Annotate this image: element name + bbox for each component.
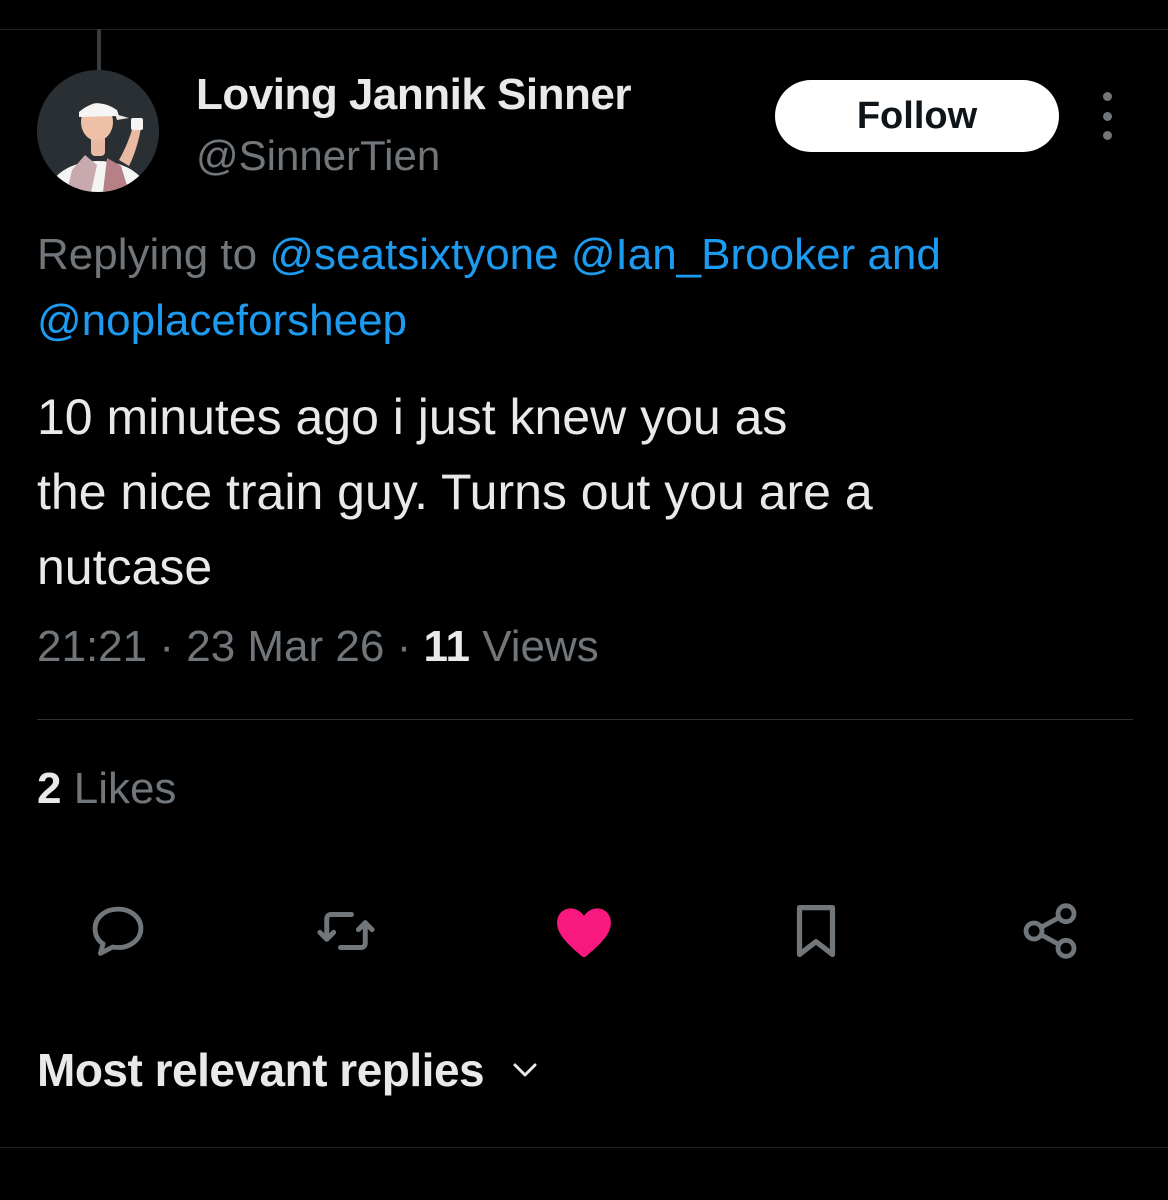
- bookmark-button[interactable]: [778, 893, 854, 969]
- tweet-text: 10 minutes ago i just knew you as the nic…: [37, 380, 1127, 605]
- reply-icon: [92, 906, 144, 956]
- tweet-text-line: nutcase: [37, 539, 213, 595]
- retweet-button[interactable]: [308, 893, 384, 969]
- profile-photo: [37, 70, 159, 192]
- mention-link[interactable]: @Ian_Brooker: [571, 230, 855, 279]
- author-display-name[interactable]: Loving Jannik Sinner: [196, 70, 631, 120]
- replies-sort-dropdown[interactable]: Most relevant replies: [37, 1043, 538, 1097]
- chevron-down-icon: [512, 1061, 538, 1079]
- more-vertical-icon-dot: [1102, 92, 1112, 101]
- mention-link[interactable]: @seatsixtyone: [269, 230, 558, 279]
- tweet-date[interactable]: 23 Mar 26: [186, 622, 384, 671]
- reply-button[interactable]: [80, 893, 156, 969]
- meta-separator: ·: [396, 622, 412, 671]
- more-vertical-icon-dot: [1102, 131, 1112, 140]
- more-vertical-icon-dot: [1102, 111, 1112, 121]
- retweet-icon: [317, 912, 375, 950]
- tweet-text-line: the nice train guy. Turns out you are a: [37, 464, 873, 520]
- mention-link[interactable]: @noplaceforsheep: [37, 296, 407, 345]
- tweet-meta: 21:21 · 23 Mar 26 · 11 Views: [37, 622, 599, 672]
- views-label: Views: [482, 622, 599, 671]
- replies-sort-label: Most relevant replies: [37, 1044, 485, 1096]
- likes-stat[interactable]: 2 Likes: [37, 764, 176, 814]
- divider: [37, 719, 1133, 720]
- mention-conjunction[interactable]: and: [867, 230, 940, 279]
- share-button[interactable]: [1012, 893, 1088, 969]
- share-icon: [1023, 903, 1077, 959]
- reply-context: Replying to @seatsixtyone @Ian_Brooker a…: [37, 222, 1137, 354]
- like-button[interactable]: [546, 893, 622, 969]
- author-handle[interactable]: @SinnerTien: [196, 132, 440, 180]
- bookmark-icon: [796, 905, 836, 957]
- heart-icon: [557, 908, 611, 958]
- tweet-text-line: 10 minutes ago i just knew you as: [37, 389, 788, 445]
- bottom-divider: [0, 1147, 1168, 1148]
- views-count: 11: [423, 622, 470, 671]
- likes-count: 2: [37, 764, 62, 813]
- avatar[interactable]: [37, 70, 159, 192]
- more-options-button[interactable]: [1090, 92, 1124, 140]
- thread-connector-line: [97, 29, 101, 73]
- tweet-time[interactable]: 21:21: [37, 622, 147, 671]
- follow-button[interactable]: Follow: [775, 80, 1059, 152]
- reply-prefix: Replying to: [37, 230, 270, 279]
- likes-label: Likes: [73, 764, 177, 813]
- meta-separator: ·: [159, 622, 174, 671]
- top-divider: [0, 29, 1168, 30]
